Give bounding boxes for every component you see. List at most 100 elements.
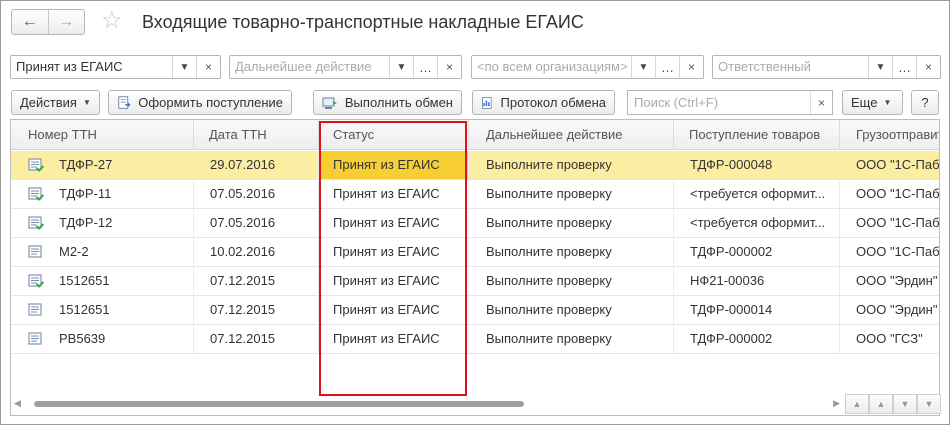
chevron-down-icon: ▼ <box>82 98 91 107</box>
scrollbar-thumb[interactable] <box>34 401 524 407</box>
table-header: Номер ТТН Дата ТТН Статус Дальнейшее дей… <box>11 120 939 150</box>
organization-filter[interactable]: <по всем организациям> ▼ … × <box>471 55 704 79</box>
navigation-buttons: ← → <box>11 9 85 35</box>
table-row[interactable]: ТДФР-12 07.05.2016 Принят из ЕГАИС Выполнит… <box>11 209 939 238</box>
cell-status: Принят из ЕГАИС <box>319 238 469 266</box>
create-receipt-button[interactable]: Оформить поступление <box>108 90 292 115</box>
cell-date: 29.07.2016 <box>194 151 319 179</box>
scroll-right-icon[interactable]: ▶ <box>833 398 840 409</box>
cell-receipt: ТДФР-000014 <box>674 296 840 324</box>
cell-number: ТДФР-11 <box>11 180 194 208</box>
scroll-down-button[interactable]: ▼ <box>893 394 917 414</box>
responsible-filter-placeholder[interactable]: Ответственный <box>713 56 868 78</box>
cell-date: 07.12.2015 <box>194 267 319 295</box>
table-row[interactable]: М2-2 10.02.2016 Принят из ЕГАИС Выполните п… <box>11 238 939 267</box>
search-field[interactable]: Поиск (Ctrl+F) × <box>627 90 833 115</box>
clear-icon[interactable]: × <box>916 56 940 78</box>
cell-status: Принят из ЕГАИС <box>319 325 469 353</box>
protocol-label: Протокол обмена <box>500 95 607 110</box>
cell-next-action: Выполните проверку <box>469 267 674 295</box>
scroll-bottom-button[interactable]: ▼ <box>917 394 941 414</box>
cell-receipt: ТДФР-000002 <box>674 325 840 353</box>
cell-number: ТДФР-27 <box>11 151 194 179</box>
cell-date: 07.12.2015 <box>194 325 319 353</box>
clear-icon[interactable]: × <box>810 91 832 114</box>
star-icon[interactable]: ☆ <box>101 8 123 34</box>
cell-shipper: ООО "1С-Пабл <box>856 215 940 230</box>
status-filter-value[interactable]: Принят из ЕГАИС <box>11 56 172 78</box>
next-action-filter[interactable]: Дальнейшее действие ▼ … × <box>229 55 462 79</box>
scroll-up-button[interactable]: ▲ <box>869 394 893 414</box>
arrow-right-icon: → <box>58 13 75 30</box>
cell-next-action: Выполните проверку <box>469 296 674 324</box>
protocol-button[interactable]: Протокол обмена <box>472 90 615 115</box>
cell-number: ТДФР-12 <box>11 209 194 237</box>
cell-status: Принят из ЕГАИС <box>319 151 469 179</box>
chevron-down-icon[interactable]: ▼ <box>631 56 655 78</box>
scroll-top-button[interactable]: ▲ <box>845 394 869 414</box>
actions-button[interactable]: Действия ▼ <box>11 90 100 115</box>
protocol-icon <box>482 96 492 109</box>
window: ← → ☆ Входящие товарно-транспортные накл… <box>0 0 950 425</box>
exchange-button[interactable]: Выполнить обмен <box>313 90 462 115</box>
cell-status: Принят из ЕГАИС <box>319 267 469 295</box>
cell-receipt: <требуется оформит... <box>674 180 840 208</box>
cell-shipper: ООО "Эрдин" <box>856 273 938 288</box>
actions-label: Действия <box>20 95 77 110</box>
scroll-left-icon[interactable]: ◀ <box>14 398 21 409</box>
cell-number: РВ5639 <box>11 325 194 353</box>
next-action-filter-placeholder[interactable]: Дальнейшее действие <box>230 56 389 78</box>
column-header-shipper[interactable]: Грузоотправит <box>840 120 939 150</box>
back-button[interactable]: ← <box>12 10 48 34</box>
cell-date: 07.12.2015 <box>194 296 319 324</box>
column-header-date[interactable]: Дата ТТН <box>194 120 319 150</box>
chevron-down-icon[interactable]: ▼ <box>868 56 892 78</box>
organization-filter-placeholder[interactable]: <по всем организациям> <box>472 56 631 78</box>
more-icon[interactable]: … <box>413 56 437 78</box>
cell-date: 07.05.2016 <box>194 209 319 237</box>
column-header-number[interactable]: Номер ТТН <box>11 120 194 150</box>
help-icon: ? <box>921 95 929 110</box>
cell-receipt: ТДФР-000048 <box>674 151 840 179</box>
table-row[interactable]: 1512651 07.12.2015 Принят из ЕГАИС Выполнит… <box>11 267 939 296</box>
column-header-next-action[interactable]: Дальнейшее действие <box>469 120 674 150</box>
column-header-receipt[interactable]: Поступление товаров <box>674 120 840 150</box>
table-row[interactable]: ТДФР-27 29.07.2016 Принят из ЕГАИС Выполнит… <box>11 151 939 180</box>
cell-number: М2-2 <box>11 238 194 266</box>
column-header-status[interactable]: Статус <box>319 120 469 150</box>
clear-icon[interactable]: × <box>196 56 220 78</box>
ttn-table: Номер ТТН Дата ТТН Статус Дальнейшее дей… <box>10 119 940 416</box>
scroll-down-icon: ▼ <box>900 399 910 409</box>
create-receipt-label: Оформить поступление <box>138 95 283 110</box>
search-input[interactable]: Поиск (Ctrl+F) <box>628 91 810 114</box>
cell-next-action: Выполните проверку <box>469 238 674 266</box>
more-button[interactable]: Еще ▼ <box>842 90 903 115</box>
scroll-top-icon: ▲ <box>852 399 862 409</box>
cell-number: 1512651 <box>11 267 194 295</box>
clear-icon[interactable]: × <box>679 56 703 78</box>
responsible-filter[interactable]: Ответственный ▼ … × <box>712 55 941 79</box>
chevron-down-icon[interactable]: ▼ <box>389 56 413 78</box>
table-row[interactable]: 1512651 07.12.2015 Принят из ЕГАИС Выполнит… <box>11 296 939 325</box>
scroll-up-icon: ▲ <box>876 399 886 409</box>
forward-button[interactable]: → <box>47 10 85 34</box>
cell-receipt: <требуется оформит... <box>674 209 840 237</box>
more-icon[interactable]: … <box>892 56 916 78</box>
chevron-down-icon[interactable]: ▼ <box>172 56 196 78</box>
help-button[interactable]: ? <box>911 90 939 115</box>
status-filter[interactable]: Принят из ЕГАИС ▼ × <box>10 55 221 79</box>
exchange-label: Выполнить обмен <box>344 95 453 110</box>
cell-next-action: Выполните проверку <box>469 209 674 237</box>
cell-status: Принят из ЕГАИС <box>319 180 469 208</box>
more-icon[interactable]: … <box>655 56 679 78</box>
horizontal-scrollbar[interactable]: ◀ ▶ <box>12 395 842 413</box>
clear-icon[interactable]: × <box>437 56 461 78</box>
cell-receipt: НФ21-00036 <box>674 267 840 295</box>
cell-status: Принят из ЕГАИС <box>319 296 469 324</box>
exchange-icon <box>322 97 337 109</box>
cell-date: 10.02.2016 <box>194 238 319 266</box>
table-row[interactable]: РВ5639 07.12.2015 Принят из ЕГАИС Выполните… <box>11 325 939 354</box>
document-arrow-icon <box>118 95 131 109</box>
cell-next-action: Выполните проверку <box>469 180 674 208</box>
table-row[interactable]: ТДФР-11 07.05.2016 Принят из ЕГАИС Выполнит… <box>11 180 939 209</box>
